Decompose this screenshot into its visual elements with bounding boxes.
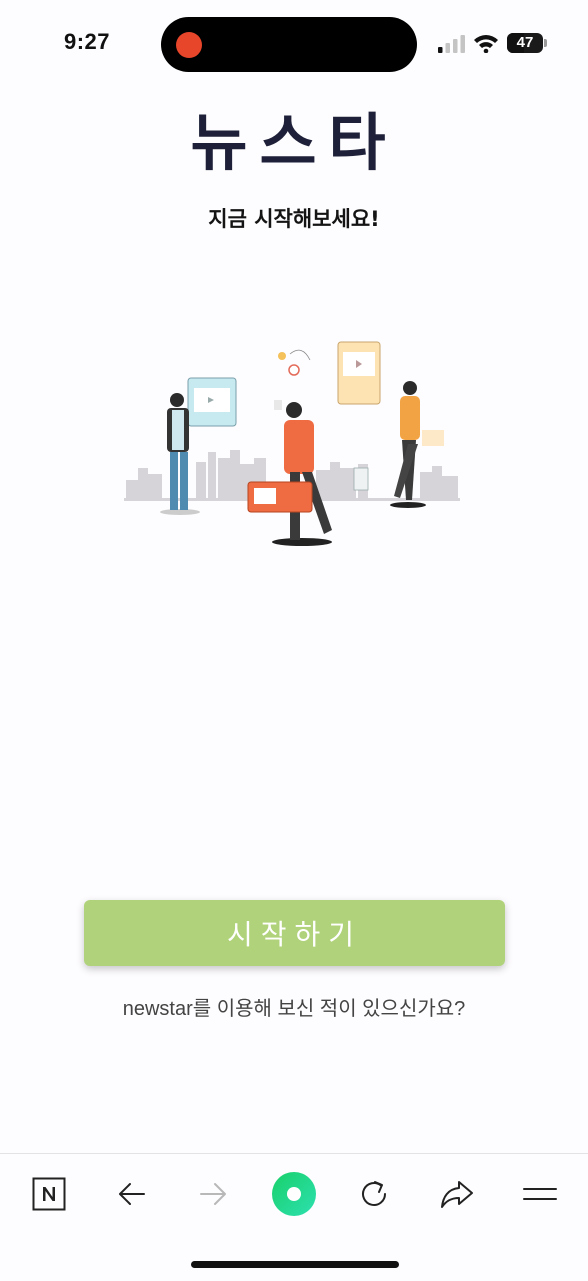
start-button[interactable]: 시작하기 (84, 900, 505, 966)
recording-indicator-icon (176, 32, 202, 58)
green-dot-button[interactable] (272, 1172, 316, 1216)
refresh-icon (362, 1181, 386, 1206)
wifi-icon (474, 35, 498, 53)
status-time: 9:27 (64, 29, 111, 54)
refresh-button[interactable] (353, 1172, 397, 1216)
battery-cap (544, 39, 547, 47)
back-arrow-icon (119, 1183, 145, 1205)
naver-home-button[interactable] (27, 1172, 71, 1216)
people-using-phones-illustration (124, 341, 460, 546)
naver-home-icon (32, 1177, 66, 1211)
existing-user-link[interactable]: newstar를 이용해 보신 적이 있으신가요? (0, 992, 588, 1021)
home-indicator (191, 1261, 399, 1268)
menu-icon (523, 1188, 557, 1200)
forward-arrow-icon (200, 1183, 226, 1205)
battery-icon: 47 (507, 33, 543, 53)
battery-percentage: 47 (516, 34, 534, 51)
page-subtitle: 지금 시작해보세요! (208, 207, 380, 231)
menu-button[interactable] (518, 1172, 562, 1216)
forward-button[interactable] (191, 1172, 235, 1216)
status-bar: 9:27 47 (0, 0, 588, 90)
cellular-signal-icon (438, 35, 465, 53)
green-dot-icon (272, 1172, 316, 1216)
share-icon (441, 1181, 473, 1208)
share-button[interactable] (435, 1172, 479, 1216)
dynamic-island (161, 17, 417, 72)
app-title: 뉴스타 (190, 106, 398, 179)
back-button[interactable] (110, 1172, 154, 1216)
